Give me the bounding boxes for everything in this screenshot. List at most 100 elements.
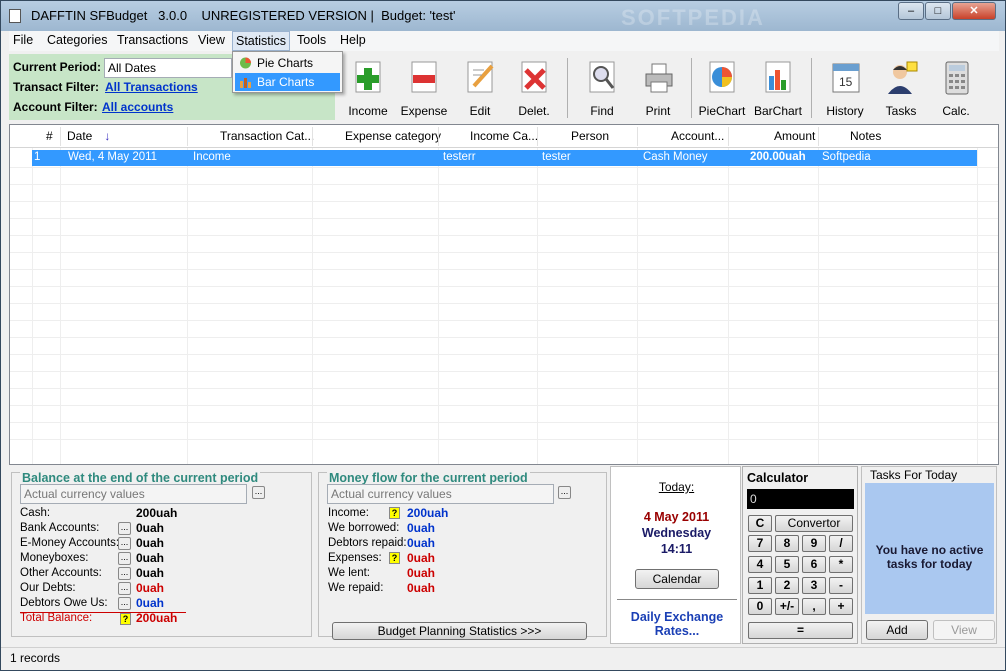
- moneyflow-options-button[interactable]: ...: [558, 486, 571, 499]
- calc-key[interactable]: 0: [748, 598, 772, 615]
- calc-key[interactable]: +: [829, 598, 853, 615]
- current-period-select[interactable]: All Dates: [104, 58, 232, 78]
- sort-arrow-icon: ↓: [104, 129, 111, 143]
- emoney-button[interactable]: ...: [118, 537, 131, 550]
- calc-key[interactable]: 8: [775, 535, 799, 552]
- calc-convertor-button[interactable]: Convertor: [775, 515, 853, 532]
- calc-button[interactable]: Calc.: [927, 54, 985, 120]
- moneyboxes-button[interactable]: ...: [118, 552, 131, 565]
- our-debts-button[interactable]: ...: [118, 582, 131, 595]
- table-row[interactable]: 1 Wed, 4 May 2011 Income testerr tester …: [32, 150, 977, 166]
- window-title: DAFFTIN SFBudget 3.0.0 UNREGISTERED VERS…: [31, 8, 456, 23]
- column-header-income-category[interactable]: Income Ca...: [470, 129, 538, 143]
- calc-key[interactable]: 3: [802, 577, 826, 594]
- today-weekday: Wednesday: [641, 526, 712, 540]
- calc-key[interactable]: 9: [802, 535, 826, 552]
- debtors-owe-value: 0uah: [136, 596, 165, 610]
- help-icon[interactable]: ?: [389, 552, 400, 564]
- debtors-owe-button[interactable]: ...: [118, 597, 131, 610]
- maximize-button[interactable]: □: [925, 2, 951, 20]
- debtors-owe-label: Debtors Owe Us:: [20, 597, 108, 609]
- bank-accounts-button[interactable]: ...: [118, 522, 131, 535]
- find-button[interactable]: Find: [573, 54, 631, 120]
- menu-item-pie-charts[interactable]: Pie Charts: [235, 54, 340, 72]
- plus-icon: [355, 61, 381, 93]
- view-task-button[interactable]: View: [933, 620, 995, 640]
- menu-transactions[interactable]: Transactions: [117, 33, 188, 47]
- calendar-icon: 15: [832, 63, 860, 93]
- help-icon[interactable]: ?: [389, 507, 400, 519]
- other-accounts-button[interactable]: ...: [118, 567, 131, 580]
- column-header-notes[interactable]: Notes: [850, 129, 881, 143]
- balance-currency-select[interactable]: Actual currency values: [20, 484, 247, 504]
- calc-key[interactable]: 4: [748, 556, 772, 573]
- calc-key[interactable]: +/-: [775, 598, 799, 615]
- history-button[interactable]: 15 History: [816, 54, 874, 120]
- calculator-display[interactable]: 0: [747, 489, 854, 509]
- transact-filter-link[interactable]: All Transactions: [105, 80, 198, 94]
- calc-key[interactable]: -: [829, 577, 853, 594]
- column-header-amount[interactable]: Amount: [774, 129, 815, 143]
- column-header-expense-category[interactable]: Expense category: [345, 129, 441, 143]
- print-button[interactable]: Print: [629, 54, 687, 120]
- delete-button[interactable]: Delet.: [505, 54, 563, 120]
- calc-key[interactable]: 6: [802, 556, 826, 573]
- grid-header: # Date ↓ Transaction Cat... Expense categ…: [10, 125, 998, 148]
- edit-button[interactable]: Edit: [451, 54, 509, 120]
- calc-equals-button[interactable]: =: [748, 622, 853, 639]
- menu-statistics[interactable]: Statistics: [232, 31, 291, 51]
- calc-key[interactable]: 5: [775, 556, 799, 573]
- exchange-rates-link[interactable]: Daily Exchange Rates...: [625, 610, 729, 638]
- calc-clear-button[interactable]: C: [748, 515, 772, 532]
- menu-help[interactable]: Help: [340, 33, 366, 47]
- emoney-value: 0uah: [136, 536, 165, 550]
- column-header-number[interactable]: #: [46, 129, 53, 143]
- total-balance-label: Total Balance:: [20, 612, 93, 624]
- calc-key[interactable]: 2: [775, 577, 799, 594]
- calc-key[interactable]: ,: [802, 598, 826, 615]
- debtors-repaid-value: 0uah: [407, 536, 436, 550]
- calc-key[interactable]: *: [829, 556, 853, 573]
- add-task-button[interactable]: Add: [866, 620, 928, 640]
- budget-planning-button[interactable]: Budget Planning Statistics >>>: [332, 622, 587, 640]
- calc-key[interactable]: 7: [748, 535, 772, 552]
- column-header-person[interactable]: Person: [571, 129, 609, 143]
- menu-file[interactable]: File: [13, 33, 33, 47]
- current-period-label: Current Period:: [13, 60, 102, 74]
- menu-bar: File Categories Transactions View Statis…: [9, 31, 999, 51]
- cash-label: Cash:: [20, 507, 51, 519]
- total-balance-value: 200uah: [136, 611, 178, 625]
- calendar-button[interactable]: Calendar: [635, 569, 719, 589]
- menu-tools[interactable]: Tools: [297, 33, 326, 47]
- close-button[interactable]: ✕: [952, 2, 996, 20]
- moneyflow-currency-select[interactable]: Actual currency values: [327, 484, 554, 504]
- other-accounts-label: Other Accounts:: [20, 567, 102, 579]
- column-header-account[interactable]: Account...: [671, 129, 724, 143]
- minimize-button[interactable]: –: [898, 2, 924, 20]
- borrowed-value: 0uah: [407, 521, 436, 535]
- menu-item-bar-charts[interactable]: Bar Charts: [235, 73, 340, 91]
- column-header-date[interactable]: Date ↓: [67, 129, 110, 143]
- today-date: 4 May 2011: [643, 510, 710, 524]
- income-button[interactable]: Income: [339, 54, 397, 120]
- column-header-transaction-category[interactable]: Transaction Cat...: [220, 129, 314, 143]
- tasks-list: You have no active tasks for today: [865, 483, 994, 614]
- tasks-button[interactable]: Tasks: [872, 54, 930, 120]
- barchart-button[interactable]: BarChart: [749, 54, 807, 120]
- cell-account: Cash Money: [643, 151, 708, 163]
- calc-key[interactable]: 1: [748, 577, 772, 594]
- status-bar: 1 records: [1, 647, 1005, 670]
- piechart-button[interactable]: PieChart: [693, 54, 751, 120]
- menu-view[interactable]: View: [198, 33, 225, 47]
- menu-categories[interactable]: Categories: [47, 33, 107, 47]
- account-filter-link[interactable]: All accounts: [102, 100, 173, 114]
- balance-options-button[interactable]: ...: [252, 486, 265, 499]
- transactions-grid[interactable]: # Date ↓ Transaction Cat... Expense categ…: [9, 124, 999, 465]
- expense-button[interactable]: Expense: [395, 54, 453, 120]
- calculator-icon: [945, 61, 969, 95]
- cell-amount: 200.00uah: [750, 151, 806, 163]
- help-icon[interactable]: ?: [120, 613, 131, 625]
- calc-key[interactable]: /: [829, 535, 853, 552]
- account-filter-label: Account Filter:: [13, 100, 98, 114]
- minus-icon: [411, 61, 437, 93]
